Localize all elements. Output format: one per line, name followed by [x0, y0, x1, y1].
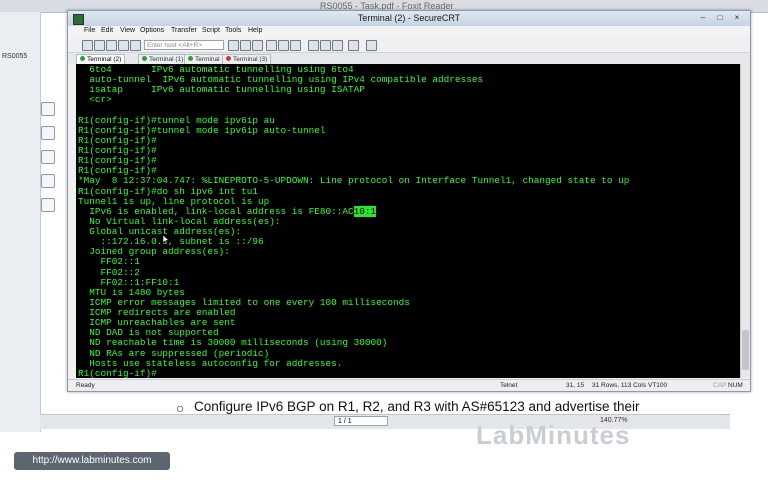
- global-options-icon[interactable]: [320, 40, 331, 51]
- menu-file[interactable]: File: [84, 27, 95, 34]
- tab-terminal-1[interactable]: Terminal (1): [138, 54, 188, 64]
- menu-edit[interactable]: Edit: [101, 27, 113, 34]
- status-protocol: Telnet: [500, 382, 518, 389]
- sidebar-label: RS0055: [2, 53, 28, 60]
- disconnected-icon: [226, 56, 231, 61]
- terminal-screen[interactable]: 6to4 IPv6 automatic tunnelling using 6to…: [76, 64, 740, 378]
- terminal-line: isatap IPv6 automatic tunnelling using I…: [78, 84, 365, 96]
- copy-icon[interactable]: [228, 40, 239, 51]
- reconnect-icon[interactable]: [118, 40, 129, 51]
- help-icon[interactable]: [348, 40, 359, 51]
- tab-terminal-2[interactable]: Terminal (2): [76, 54, 126, 64]
- website-url: http://www.labminutes.com: [14, 452, 170, 470]
- settings-icon[interactable]: [308, 40, 319, 51]
- brand-logo: LabMinutes: [476, 420, 631, 450]
- session-tab-bar: Terminal (2) Terminal (1) Terminal Termi…: [68, 53, 750, 64]
- terminal-scrollbar[interactable]: [740, 64, 750, 378]
- disconnect-icon[interactable]: [130, 40, 141, 51]
- tab-label: Terminal: [195, 56, 220, 63]
- status-terminal-size: 31 Rows, 113 Cols: [592, 382, 647, 389]
- tab-terminal[interactable]: Terminal: [184, 54, 224, 64]
- window-title: Terminal (2) - SecureCRT: [357, 13, 461, 23]
- find-icon[interactable]: [252, 40, 263, 51]
- reader-left-panel: RS0055: [0, 12, 41, 432]
- status-ready: Ready: [76, 382, 95, 389]
- terminal-line: R1(config-if)#: [78, 367, 157, 378]
- tab-terminal-3[interactable]: Terminal (3): [222, 54, 272, 64]
- layers-icon[interactable]: [41, 150, 55, 164]
- close-icon[interactable]: ×: [730, 13, 744, 23]
- mouse-cursor-icon: [163, 235, 169, 244]
- paste-icon[interactable]: [240, 40, 251, 51]
- keymap-icon[interactable]: [332, 40, 343, 51]
- tab-label: Terminal (3): [233, 56, 268, 63]
- status-emulation: VT100: [648, 382, 668, 389]
- minimize-icon[interactable]: –: [696, 13, 710, 23]
- tab-label: Terminal (2): [87, 56, 122, 63]
- document-bullet-text: Configure IPv6 BGP on R1, R2, and R3 wit…: [194, 399, 640, 414]
- menu-bar: File Edit View Options Transfer Script T…: [68, 26, 750, 38]
- log-icon[interactable]: [278, 40, 289, 51]
- menu-script[interactable]: Script: [202, 27, 220, 34]
- window-title-bar[interactable]: Terminal (2) - SecureCRT – □ ×: [68, 11, 750, 27]
- connected-icon: [142, 56, 147, 61]
- print-icon[interactable]: [266, 40, 277, 51]
- sftp-icon[interactable]: [290, 40, 301, 51]
- selected-text: 10:1: [353, 205, 377, 217]
- pages-icon[interactable]: [41, 102, 55, 116]
- page-number-input[interactable]: 1 / 1: [334, 416, 388, 426]
- bookmark-icon[interactable]: [41, 126, 55, 140]
- menu-view[interactable]: View: [120, 27, 135, 34]
- script-icon[interactable]: [366, 40, 377, 51]
- status-cursor-position: 31, 15: [566, 382, 585, 389]
- connected-icon: [188, 56, 193, 61]
- attachment-icon[interactable]: [41, 174, 55, 188]
- terminal-line: <cr>: [78, 94, 112, 106]
- comment-icon[interactable]: [41, 198, 55, 212]
- connect-tab-icon[interactable]: [106, 40, 117, 51]
- securecrt-window: Terminal (2) - SecureCRT – □ × File Edit…: [67, 10, 751, 392]
- host-input[interactable]: Enter host <Alt+R>: [144, 40, 224, 50]
- connect-icon[interactable]: [82, 40, 93, 51]
- status-caps-lock: CAP: [713, 382, 727, 389]
- tab-label: Terminal (1): [149, 56, 184, 63]
- connected-icon: [80, 56, 85, 61]
- scrollbar-thumb[interactable]: [742, 330, 749, 370]
- quick-connect-icon[interactable]: [94, 40, 105, 51]
- status-num-lock: NUM: [728, 382, 743, 389]
- status-bar: Ready Telnet 31, 15 31 Rows, 113 Cols VT…: [68, 379, 750, 391]
- menu-options[interactable]: Options: [140, 27, 164, 34]
- maximize-icon[interactable]: □: [713, 13, 727, 23]
- menu-transfer[interactable]: Transfer: [171, 27, 197, 34]
- menu-tools[interactable]: Tools: [225, 27, 241, 34]
- menu-help[interactable]: Help: [248, 27, 262, 34]
- terminal-output: 6to4 IPv6 automatic tunnelling using 6to…: [76, 64, 740, 378]
